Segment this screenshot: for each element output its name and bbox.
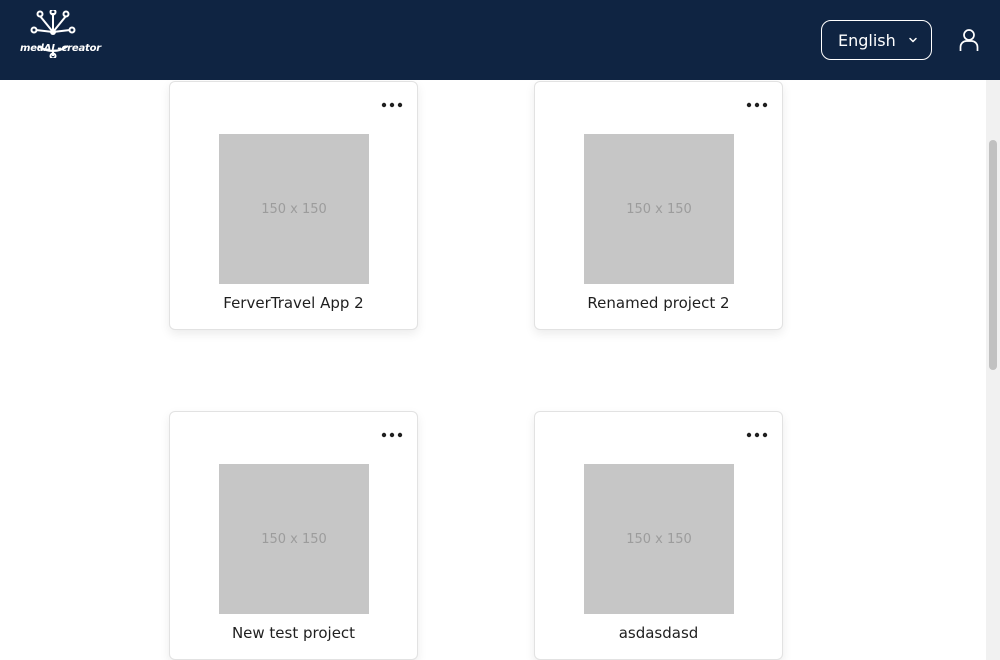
app-header: medAL-creator English <box>0 0 1000 80</box>
chevron-down-icon <box>909 37 917 43</box>
project-card[interactable]: 150 x 150 asdasdasd <box>534 411 783 660</box>
thumbnail-placeholder-text: 150 x 150 <box>626 531 692 547</box>
more-horizontal-icon[interactable] <box>746 96 768 114</box>
scrollbar-thumb[interactable] <box>989 140 997 370</box>
header-actions: English <box>821 20 980 60</box>
project-thumbnail: 150 x 150 <box>219 464 369 614</box>
more-horizontal-icon[interactable] <box>381 426 403 444</box>
user-icon[interactable] <box>958 27 980 53</box>
vertical-scrollbar[interactable] <box>986 80 1000 660</box>
project-card[interactable]: 150 x 150 Renamed project 2 <box>534 81 783 330</box>
thumbnail-placeholder-text: 150 x 150 <box>261 531 327 547</box>
project-card[interactable]: 150 x 150 New test project <box>169 411 418 660</box>
more-horizontal-icon[interactable] <box>381 96 403 114</box>
project-thumbnail: 150 x 150 <box>219 134 369 284</box>
project-card[interactable]: 150 x 150 FerverTravel App 2 <box>169 81 418 330</box>
logo-text: medAL-creator <box>20 43 101 54</box>
project-thumbnail: 150 x 150 <box>584 134 734 284</box>
logo[interactable]: medAL-creator <box>20 10 101 70</box>
project-title: Renamed project 2 <box>587 294 730 312</box>
thumbnail-placeholder-text: 150 x 150 <box>626 201 692 217</box>
more-horizontal-icon[interactable] <box>746 426 768 444</box>
projects-grid: 150 x 150 FerverTravel App 2 150 x 150 R… <box>0 80 986 660</box>
project-title: asdasdasd <box>618 624 699 642</box>
language-select-value: English <box>838 30 896 50</box>
project-title: New test project <box>231 624 356 642</box>
thumbnail-placeholder-text: 150 x 150 <box>261 201 327 217</box>
project-title: FerverTravel App 2 <box>223 294 364 312</box>
language-select[interactable]: English <box>821 20 932 60</box>
project-thumbnail: 150 x 150 <box>584 464 734 614</box>
